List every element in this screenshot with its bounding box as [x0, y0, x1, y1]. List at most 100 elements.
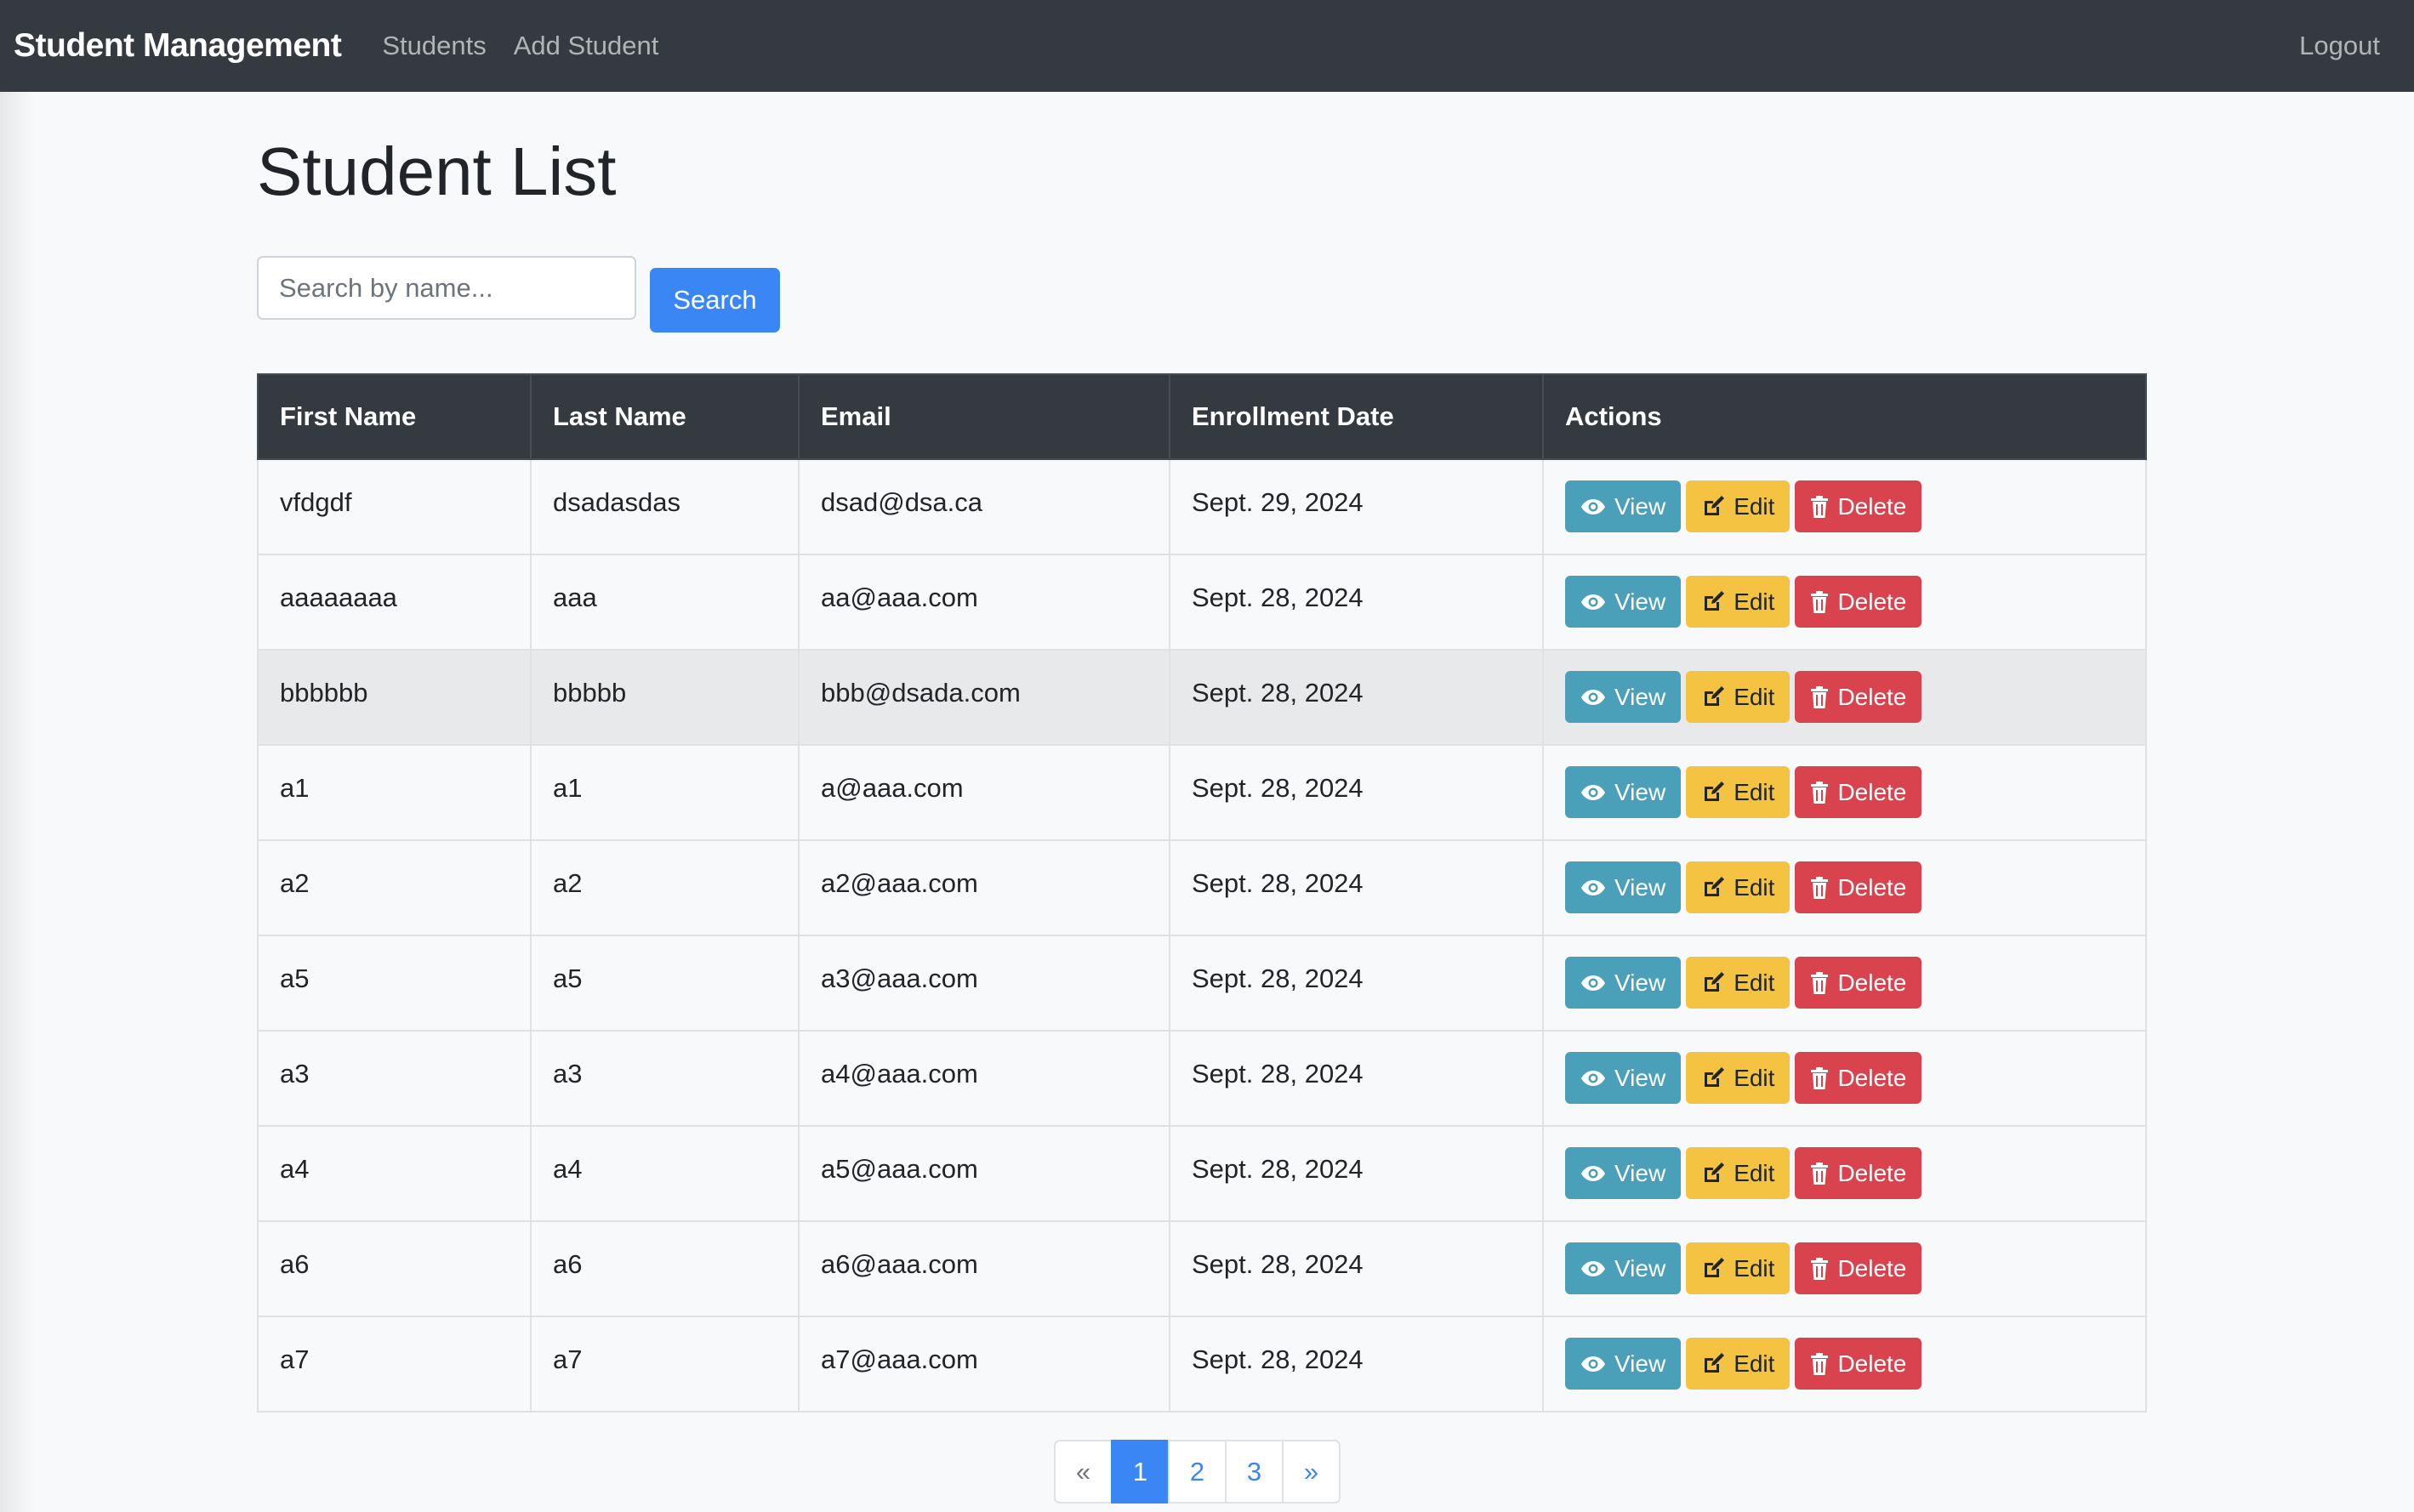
table-row: aaaaaaaa aaa aa@aaa.com Sept. 28, 2024 View E…	[257, 554, 2147, 651]
edit-icon	[1705, 495, 1725, 515]
cell-first-name: a5	[257, 935, 532, 1032]
cell-enrollment-date: Sept. 29, 2024	[1169, 458, 1544, 555]
delete-button-label: Delete	[1837, 588, 1907, 615]
cell-enrollment-date: Sept. 28, 2024	[1169, 554, 1544, 651]
delete-button[interactable]: Delete	[1795, 480, 1922, 532]
main-container: Student List Search First Name Last Name…	[257, 92, 2147, 1503]
cell-last-name: a2	[530, 839, 800, 936]
table-body: vfdgdf dsadasdas dsad@dsa.ca Sept. 29, 2024…	[257, 458, 2147, 1413]
edit-icon	[1705, 1066, 1725, 1087]
trash-icon	[1811, 1352, 1829, 1375]
view-button[interactable]: View	[1565, 1147, 1682, 1199]
edit-button-label: Edit	[1734, 1064, 1775, 1091]
eye-icon	[1581, 689, 1605, 705]
edit-icon	[1705, 1257, 1725, 1277]
edit-button[interactable]: Edit	[1686, 861, 1791, 913]
view-button[interactable]: View	[1565, 1338, 1682, 1390]
edit-icon	[1705, 876, 1725, 896]
view-button[interactable]: View	[1565, 861, 1682, 913]
cell-actions: View Edit Delete	[1542, 554, 2147, 651]
delete-button[interactable]: Delete	[1795, 1338, 1922, 1390]
pagination-page-1[interactable]: 1	[1111, 1440, 1170, 1503]
edit-button[interactable]: Edit	[1686, 1052, 1791, 1104]
edit-button-label: Edit	[1734, 873, 1775, 901]
edit-button-label: Edit	[1734, 588, 1775, 615]
table-row: bbbbbb bbbbb bbb@dsada.com Sept. 28, 2024 Vi…	[257, 649, 2147, 746]
delete-button[interactable]: Delete	[1795, 766, 1922, 818]
student-table: First Name Last Name Email Enrollment Da…	[257, 373, 2147, 1413]
delete-button[interactable]: Delete	[1795, 861, 1922, 913]
trash-icon	[1811, 971, 1829, 994]
delete-button[interactable]: Delete	[1795, 1052, 1922, 1104]
edit-icon	[1705, 1162, 1725, 1182]
cell-actions: View Edit Delete	[1542, 744, 2147, 841]
view-button-label: View	[1614, 969, 1666, 996]
view-button-label: View	[1614, 1350, 1666, 1377]
cell-first-name: bbbbbb	[257, 649, 532, 746]
edit-button[interactable]: Edit	[1686, 671, 1791, 723]
delete-button-label: Delete	[1837, 1064, 1907, 1091]
trash-icon	[1811, 1162, 1829, 1185]
delete-button[interactable]: Delete	[1795, 957, 1922, 1009]
view-button[interactable]: View	[1565, 1052, 1682, 1104]
nav-link-students[interactable]: Students	[382, 31, 486, 61]
view-button-label: View	[1614, 873, 1666, 901]
delete-button[interactable]: Delete	[1795, 671, 1922, 723]
cell-first-name: a7	[257, 1316, 532, 1413]
nav-link-add-student[interactable]: Add Student	[514, 31, 659, 61]
delete-button[interactable]: Delete	[1795, 1242, 1922, 1294]
eye-icon	[1581, 1070, 1605, 1086]
cell-enrollment-date: Sept. 28, 2024	[1169, 649, 1544, 746]
trash-icon	[1811, 1257, 1829, 1280]
cell-email: a2@aaa.com	[798, 839, 1170, 936]
delete-button[interactable]: Delete	[1795, 1147, 1922, 1199]
edit-button-label: Edit	[1734, 778, 1775, 805]
pagination-page-3[interactable]: 3	[1225, 1440, 1284, 1503]
eye-icon	[1581, 879, 1605, 895]
edit-icon	[1705, 685, 1725, 706]
cell-actions: View Edit Delete	[1542, 839, 2147, 936]
view-button[interactable]: View	[1565, 957, 1682, 1009]
pagination-previous[interactable]: «	[1054, 1440, 1113, 1503]
view-button[interactable]: View	[1565, 1242, 1682, 1294]
search-button[interactable]: Search	[650, 268, 780, 333]
trash-icon	[1811, 590, 1829, 613]
table-row: a4 a4 a5@aaa.com Sept. 28, 2024 View Edit Dele…	[257, 1125, 2147, 1222]
cell-email: a5@aaa.com	[798, 1125, 1170, 1222]
delete-button-label: Delete	[1837, 492, 1907, 520]
cell-email: a@aaa.com	[798, 744, 1170, 841]
view-button-label: View	[1614, 1159, 1666, 1186]
edit-button[interactable]: Edit	[1686, 576, 1791, 628]
cell-last-name: a3	[530, 1030, 800, 1127]
cell-last-name: dsadasdas	[530, 458, 800, 555]
edit-button[interactable]: Edit	[1686, 766, 1791, 818]
delete-button-label: Delete	[1837, 873, 1907, 901]
edit-button[interactable]: Edit	[1686, 957, 1791, 1009]
view-button[interactable]: View	[1565, 766, 1682, 818]
view-button[interactable]: View	[1565, 480, 1682, 532]
cell-last-name: a1	[530, 744, 800, 841]
view-button[interactable]: View	[1565, 671, 1682, 723]
edit-icon	[1705, 590, 1725, 611]
edit-button[interactable]: Edit	[1686, 1147, 1791, 1199]
cell-first-name: vfdgdf	[257, 458, 532, 555]
trash-icon	[1811, 781, 1829, 804]
cell-last-name: a7	[530, 1316, 800, 1413]
cell-actions: View Edit Delete	[1542, 458, 2147, 555]
edit-button[interactable]: Edit	[1686, 480, 1791, 532]
cell-enrollment-date: Sept. 28, 2024	[1169, 1316, 1544, 1413]
trash-icon	[1811, 685, 1829, 708]
edit-button[interactable]: Edit	[1686, 1338, 1791, 1390]
view-button[interactable]: View	[1565, 576, 1682, 628]
pagination-page-2[interactable]: 2	[1168, 1440, 1227, 1503]
cell-actions: View Edit Delete	[1542, 935, 2147, 1032]
edit-button[interactable]: Edit	[1686, 1242, 1791, 1294]
brand-link[interactable]: Student Management	[14, 27, 342, 65]
delete-button-label: Delete	[1837, 683, 1907, 710]
view-button-label: View	[1614, 683, 1666, 710]
delete-button[interactable]: Delete	[1795, 576, 1922, 628]
pagination-next[interactable]: »	[1282, 1440, 1341, 1503]
delete-button-label: Delete	[1837, 1254, 1907, 1282]
search-input[interactable]	[257, 256, 636, 320]
logout-link[interactable]: Logout	[2299, 31, 2380, 61]
